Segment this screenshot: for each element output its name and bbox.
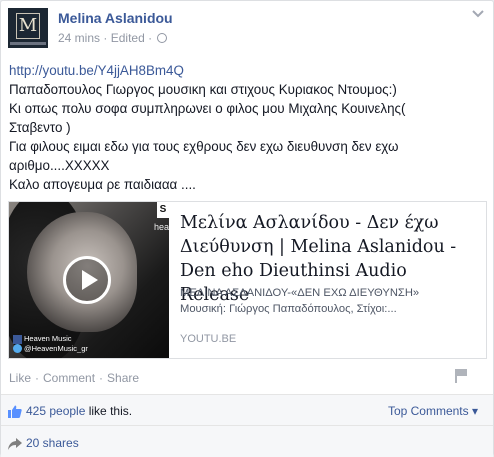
action-separator: · [35, 371, 40, 385]
share-link[interactable]: Share [107, 371, 139, 385]
post-header: M Melina Aslanidou 24 mins · Edited · [8, 8, 485, 48]
post-card: M Melina Aslanidou 24 mins · Edited · ht… [0, 0, 494, 457]
post-actions: Like · Comment · Share [9, 371, 139, 385]
likes-suffix: like this. [85, 404, 133, 418]
shares-summary[interactable]: 20 shares [8, 436, 79, 450]
comment-link[interactable]: Comment [43, 371, 95, 385]
post-line: Για φιλους ειμαι εδω για τους εχθρους δε… [9, 139, 399, 154]
top-comments-dropdown[interactable]: Top Comments ▾ [388, 404, 478, 418]
facebook-icon [13, 334, 22, 344]
post-line: Καλο απογευμα ρε παιδιααα .... [9, 177, 196, 192]
youtube-link[interactable]: http://youtu.be/Y4jjAH8Bm4Q [9, 63, 184, 78]
globe-icon[interactable] [157, 32, 168, 43]
like-link[interactable]: Like [9, 371, 31, 385]
badge-facebook-label: Heaven Music [24, 334, 72, 343]
post-body: http://youtu.be/Y4jjAH8Bm4Q Παπαδοπουλος… [9, 61, 487, 194]
share-arrow-icon [8, 437, 22, 450]
play-icon[interactable] [63, 256, 111, 304]
avatar-monogram: M [16, 13, 40, 39]
post-meta: 24 mins · Edited · [58, 30, 168, 45]
meta-separator: · [148, 30, 153, 45]
author-name[interactable]: Melina Aslanidou [58, 10, 173, 26]
link-description-line: ΜΕΛΙΝΑ ΑΣΛΑΝΙΔΟΥ-«ΔΕΝ ΕΧΩ ΔΙΕΥΘΥΝΣΗ» [180, 287, 420, 299]
link-preview-card[interactable]: S hea Heaven Music @HeavenMusic_gr Μελίν… [8, 201, 487, 359]
action-separator: · [99, 371, 104, 385]
chevron-down-icon[interactable] [471, 8, 485, 20]
post-line: αριθμο....ΧΧΧΧΧ [9, 158, 110, 173]
link-description: ΜΕΛΙΝΑ ΑΣΛΑΝΙΔΟΥ-«ΔΕΝ ΕΧΩ ΔΙΕΥΘΥΝΣΗ» Μου… [180, 285, 480, 317]
footer-divider [1, 425, 493, 426]
likes-count-link[interactable]: 425 people [26, 404, 85, 418]
thumbnail-logo-letter: S [157, 202, 169, 218]
flag-icon[interactable] [455, 369, 467, 383]
avatar[interactable]: M [8, 8, 48, 48]
post-line: Παπαδοπουλος Γιωργος μουσικη και στιχους… [9, 82, 397, 97]
badge-twitter-label: @HeavenMusic_gr [24, 343, 88, 353]
twitter-icon [13, 344, 22, 354]
post-line: Σταβεντο ) [9, 120, 71, 135]
thumbs-up-icon [8, 405, 22, 419]
thumbnail-logo-text: hea [153, 222, 169, 232]
post-time[interactable]: 24 mins [58, 31, 100, 45]
shares-count[interactable]: 20 shares [26, 436, 79, 450]
link-domain: YOUTU.BE [180, 333, 237, 345]
edited-label[interactable]: Edited [111, 31, 145, 45]
video-thumbnail[interactable]: S hea Heaven Music @HeavenMusic_gr [9, 202, 169, 358]
avatar-strip [10, 42, 46, 45]
footer-divider [1, 394, 493, 395]
post-footer: 425 people like this. Top Comments ▾ 20 … [1, 394, 493, 457]
likes-summary: 425 people like this. [8, 404, 133, 419]
thumbnail-badge: Heaven Music @HeavenMusic_gr [13, 334, 88, 354]
post-line: Κι οπως πολυ σοφα συμπληρωνει ο φιλος μο… [9, 101, 406, 116]
link-description-line: Μουσική: Γιώργος Παπαδόπουλος, Στίχοι:..… [180, 303, 397, 315]
meta-separator: · [103, 30, 108, 45]
